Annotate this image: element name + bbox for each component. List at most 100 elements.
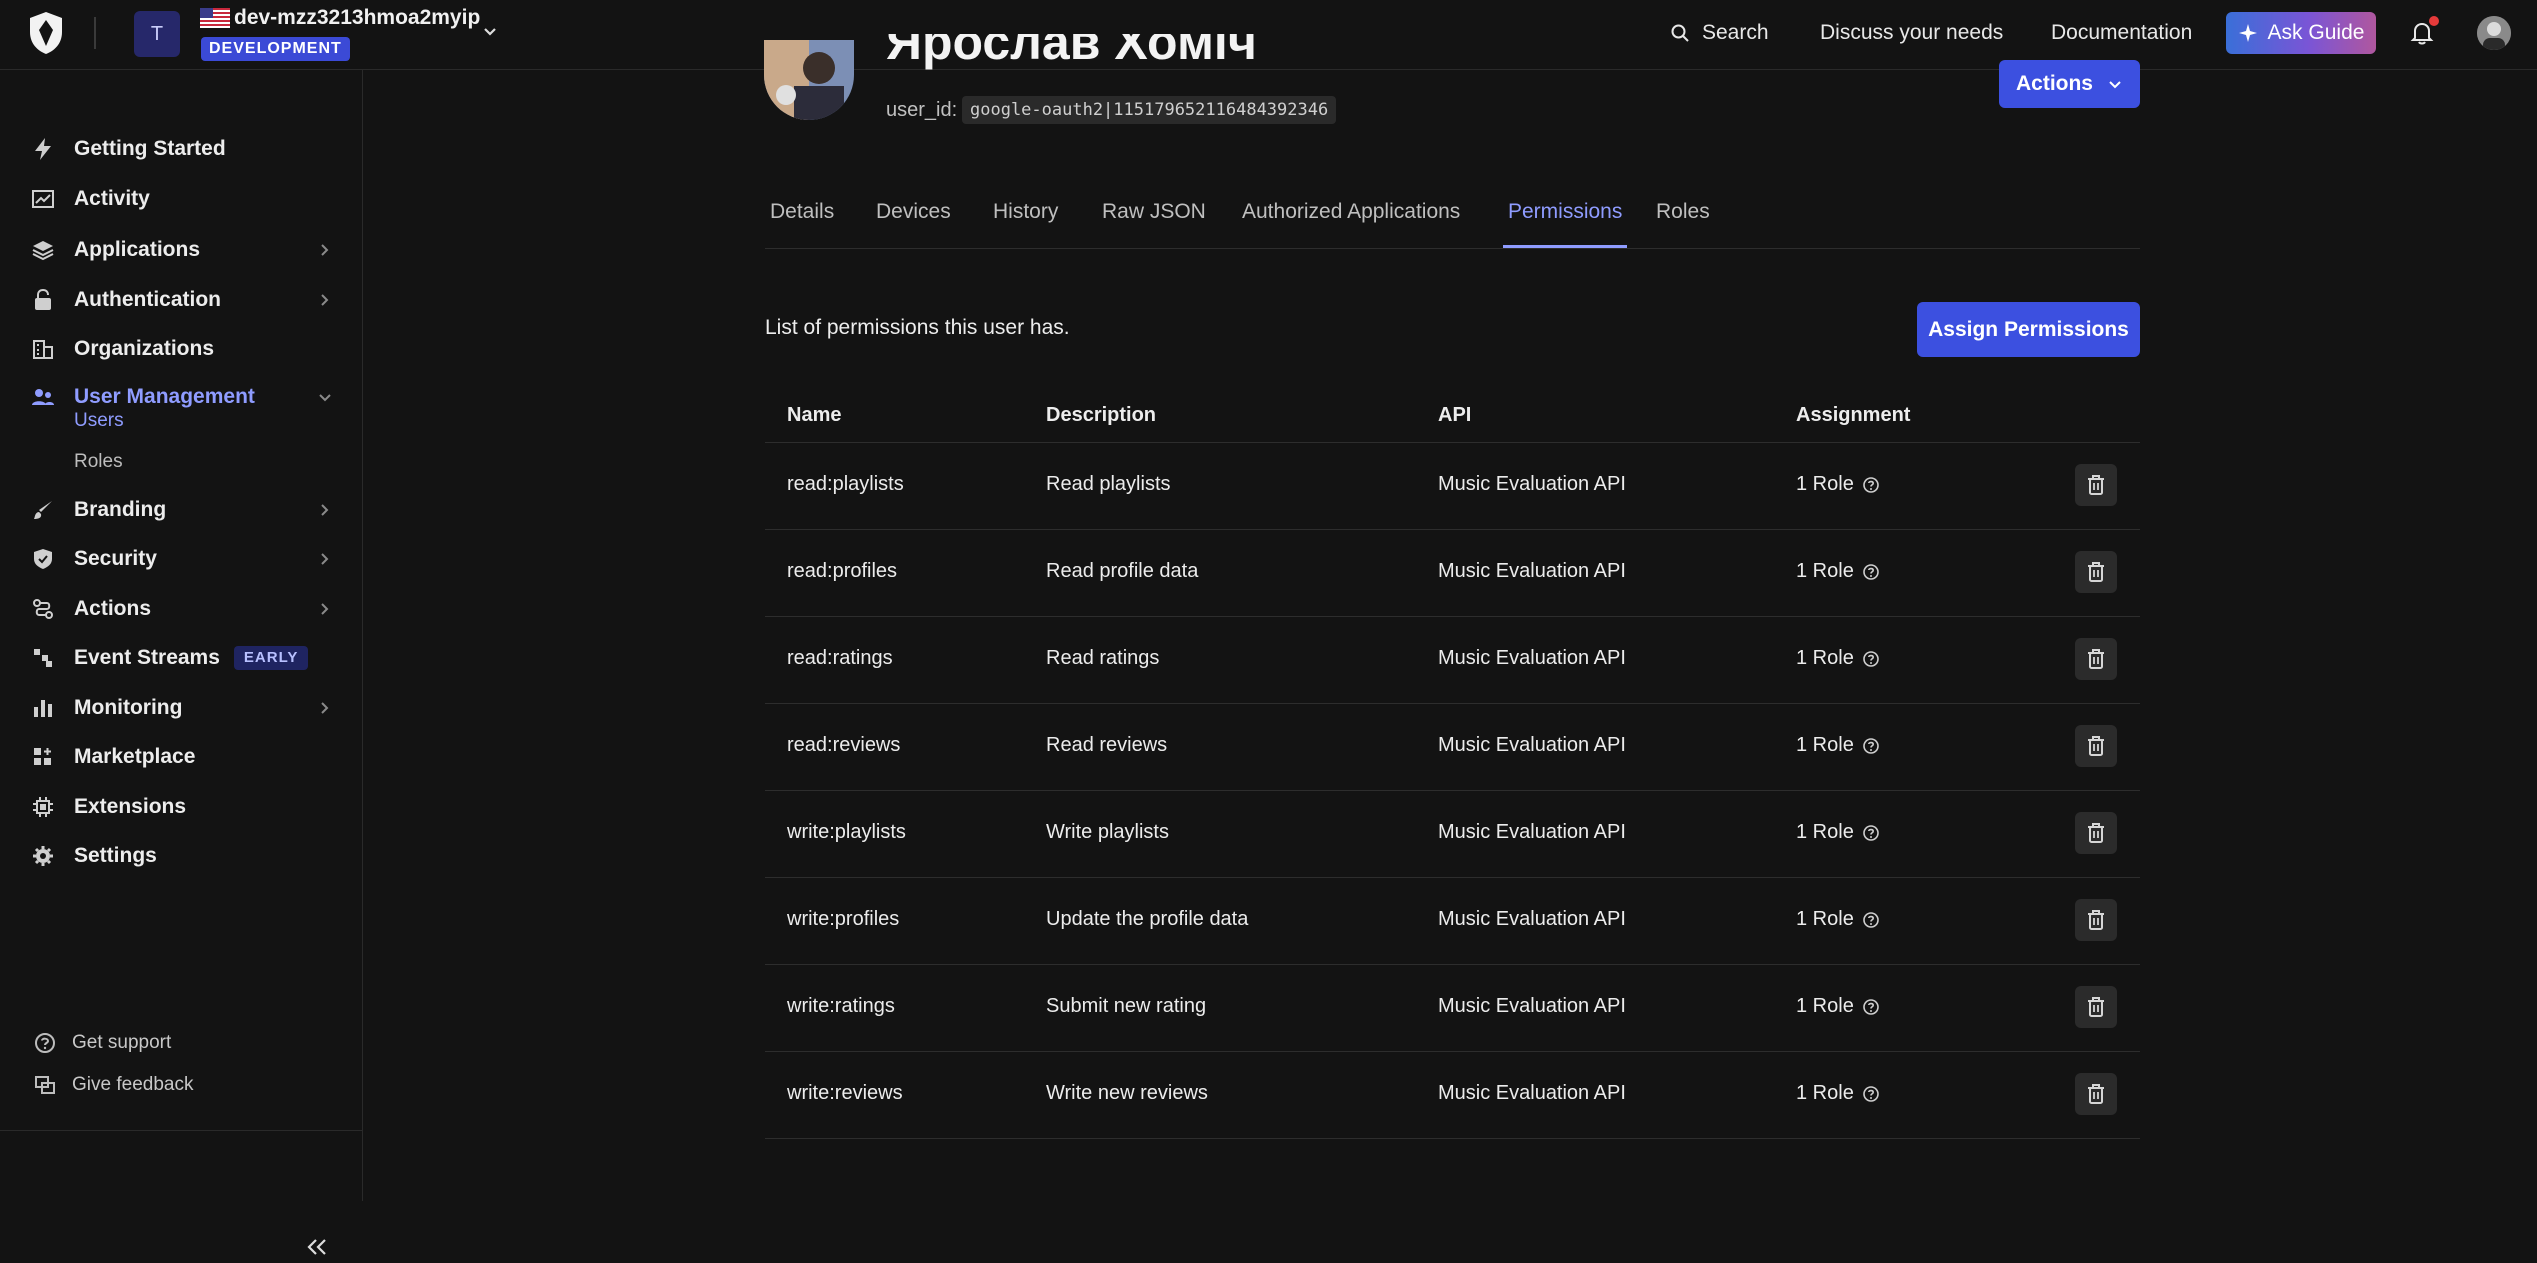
delete-permission-button[interactable] [2075,899,2117,941]
early-badge: EARLY [233,646,309,670]
ask-guide-button[interactable]: Ask Guide [2226,12,2376,54]
sidebar-item-applications[interactable]: Applications [30,230,335,270]
users-icon [30,384,56,410]
help-circle-icon[interactable] [1862,476,1880,494]
feedback-icon [35,1076,55,1094]
get-support-label: Get support [72,1032,172,1053]
sidebar-item-activity[interactable]: Activity [30,179,335,219]
sparkle-icon [2238,24,2257,42]
tab-authorized-applications[interactable]: Authorized Applications [1242,200,1460,248]
column-header-description[interactable]: Description [1046,404,1156,427]
delete-permission-button[interactable] [2075,464,2117,506]
brush-icon [30,497,56,523]
permission-description: Read ratings [1046,647,1160,669]
chevron-right-icon [321,553,329,565]
chevron-right-icon [321,702,329,714]
sidebar-item-organizations[interactable]: Organizations [30,329,335,369]
help-circle-icon[interactable] [1862,737,1880,755]
layers-icon [30,237,56,263]
discuss-needs-link[interactable]: Discuss your needs [1820,0,2003,66]
trash-icon [2088,649,2104,669]
sidebar-item-authentication[interactable]: Authentication [30,280,335,320]
permission-assignment: 1 Role [1796,560,1880,583]
auth0-logo-icon[interactable] [26,10,66,56]
assignment-label: 1 Role [1796,995,1854,1017]
permission-description: Submit new rating [1046,995,1207,1017]
sidebar-item-security[interactable]: Security [30,539,335,579]
assignment-label: 1 Role [1796,473,1854,495]
help-circle-icon[interactable] [1862,650,1880,668]
tab-devices[interactable]: Devices [876,200,951,248]
column-header-assignment[interactable]: Assignment [1796,404,1910,427]
sidebar-item-settings[interactable]: Settings [30,836,335,876]
delete-permission-button[interactable] [2075,812,2117,854]
help-circle-icon[interactable] [1862,911,1880,929]
environment-badge: DEVELOPMENT [201,37,350,61]
profile-name: Ярослав Хоміч [886,34,1257,70]
permission-name: read:profiles [787,560,898,582]
sidebar-item-getting-started[interactable]: Getting Started [30,129,335,169]
permission-api: Music Evaluation API [1438,995,1626,1017]
help-circle-icon[interactable] [1862,824,1880,842]
sidebar-item-monitoring[interactable]: Monitoring [30,688,335,728]
delete-permission-button[interactable] [2075,551,2117,593]
column-header-name[interactable]: Name [787,404,841,427]
sidebar-item-actions[interactable]: Actions [30,589,335,629]
permission-name: write:playlists [787,821,906,843]
sidebar-item-extensions[interactable]: Extensions [30,787,335,827]
give-feedback-link[interactable]: Give feedback [34,1070,193,1100]
tenant-avatar[interactable]: T [134,11,180,57]
user-id-value: google-oauth2|115179652116484392346 [962,96,1337,124]
chevron-right-icon [321,603,329,615]
trash-icon [2088,562,2104,582]
search-button[interactable]: Search [1670,0,1769,66]
help-circle-icon[interactable] [1862,1085,1880,1103]
actions-button[interactable]: Actions [1999,60,2140,108]
stream-icon [30,645,56,671]
assignment-label: 1 Role [1796,647,1854,669]
tab-permissions[interactable]: Permissions [1503,200,1628,248]
permission-description: Read playlists [1046,473,1171,495]
permission-assignment: 1 Role [1796,1082,1880,1105]
sidebar-item-marketplace[interactable]: Marketplace [30,737,335,777]
sidebar-item-label: Event Streams [74,646,220,669]
actions-label: Actions [2015,72,2093,95]
tenant-name[interactable]: dev-mzz3213hmoa2myip [234,6,480,30]
sidebar-item-label: Getting Started [74,137,226,160]
sidebar-item-label: Security [74,547,157,570]
permission-assignment: 1 Role [1796,647,1880,670]
delete-permission-button[interactable] [2075,725,2117,767]
documentation-link[interactable]: Documentation [2051,0,2192,66]
permission-assignment: 1 Role [1796,908,1880,931]
user-avatar[interactable] [2477,16,2511,50]
help-circle-icon[interactable] [1862,998,1880,1016]
permission-name: read:reviews [787,734,901,756]
us-flag-icon [200,8,230,28]
tab-history[interactable]: History [993,200,1058,248]
sidebar-item-branding[interactable]: Branding [30,490,335,530]
permission-description: Read reviews [1046,734,1168,756]
notification-dot [2429,16,2439,26]
sidebar-subitem-users[interactable]: Users [74,406,124,436]
sidebar-item-event-streams[interactable]: Event Streams EARLY [30,638,335,678]
chevron-down-icon[interactable] [480,22,500,42]
permission-assignment: 1 Role [1796,734,1880,757]
assignment-label: 1 Role [1796,821,1854,843]
sidebar-subitem-roles[interactable]: Roles [74,447,123,477]
help-circle-icon[interactable] [1862,563,1880,581]
tab-roles[interactable]: Roles [1656,200,1710,248]
permission-api: Music Evaluation API [1438,1082,1626,1104]
permission-name: write:ratings [787,995,895,1017]
delete-permission-button[interactable] [2075,638,2117,680]
user-id-label: user_id: [886,99,958,121]
table-row: write:reviews Write new reviews Music Eval… [765,1052,2140,1139]
collapse-sidebar-icon[interactable] [304,1236,330,1258]
assign-permissions-button[interactable]: Assign Permissions [1917,302,2140,357]
get-support-link[interactable]: Get support [34,1028,171,1058]
tab-details[interactable]: Details [770,200,834,248]
column-header-api[interactable]: API [1438,404,1471,427]
delete-permission-button[interactable] [2075,986,2117,1028]
tab-raw-json[interactable]: Raw JSON [1102,200,1206,248]
delete-permission-button[interactable] [2075,1073,2117,1115]
sidebar-item-label: Actions [74,597,152,620]
